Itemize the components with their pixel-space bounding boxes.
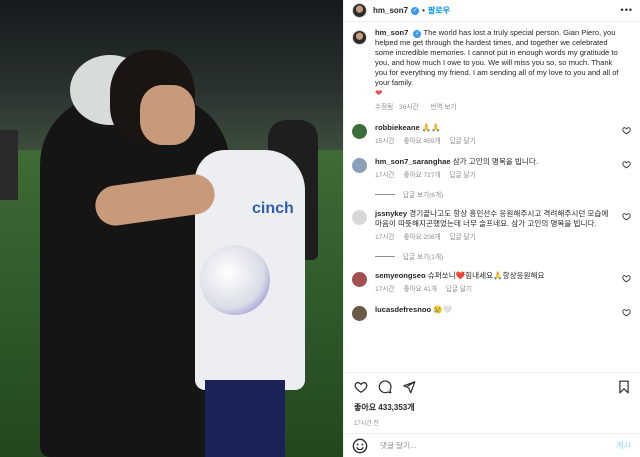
comment-body: hm_son7_saranghae 삼가 고인의 명복을 빕니다. 17시간 좋아요… [375, 157, 615, 181]
comment-heart-icon[interactable] [622, 160, 631, 169]
comment-avatar[interactable] [352, 210, 367, 225]
reply-button[interactable]: 답글 달기 [450, 138, 476, 145]
comment-username[interactable]: robbiekeane [375, 123, 420, 132]
comment-heart-icon[interactable] [622, 126, 631, 135]
action-bar [344, 372, 640, 400]
view-replies-label[interactable]: 답글 보기(6개) [403, 189, 443, 199]
reply-button[interactable]: 답글 달기 [450, 172, 476, 179]
view-replies-button[interactable]: 답글 보기(1개) [375, 251, 633, 261]
view-replies-button[interactable]: 답글 보기(6개) [375, 189, 633, 199]
follow-button[interactable]: 팔로우 [428, 5, 450, 16]
bookmark-icon[interactable] [617, 380, 631, 394]
comment-avatar[interactable] [352, 306, 367, 321]
comment-text: 😢🤍 [433, 305, 453, 314]
comment-username[interactable]: jssnykey [375, 209, 407, 218]
separator-dot: • [422, 6, 425, 15]
comment-body: jssnykey 경기끝나고도 항상 흥민선수 응원해주시고 격려해주시던 모습… [375, 209, 615, 243]
football [200, 245, 270, 315]
comment-text: 삼가 고인의 명복을 빕니다. [452, 157, 538, 166]
red-heart-icon: ❤ [375, 88, 383, 98]
instagram-post-view: cinch hm_son7 ✓ • 팔로우 ••• hm_son7 ✓ The … [0, 0, 640, 457]
player-shorts [205, 380, 285, 457]
post-timestamp: 17시간 전 [354, 421, 379, 427]
comment-item: hm_son7_saranghae 삼가 고인의 명복을 빕니다. 17시간 좋아요… [352, 157, 633, 181]
comment-meta: 15시간 좋아요 459개 답글 달기 [375, 137, 615, 147]
comment-body: lucasdefresnoo 😢🤍 [375, 305, 615, 329]
comment-item: jssnykey 경기끝나고도 항상 흥민선수 응원해주시고 격려해주시던 모습… [352, 209, 633, 243]
comments-feed[interactable]: hm_son7 ✓ The world has lost a truly spe… [344, 28, 640, 368]
caption-text: The world has lost a truly special perso… [375, 28, 619, 87]
post-photo[interactable]: cinch [0, 0, 343, 457]
comment-item: lucasdefresnoo 😢🤍 [352, 305, 633, 329]
comment-time: 17시간 [375, 172, 395, 179]
comment-time: 15시간 [375, 138, 395, 145]
heart-outline-icon[interactable] [354, 380, 368, 394]
caption-avatar[interactable] [352, 30, 367, 45]
caption-meta: 수정됨 · 36시간 번역 보기 [375, 103, 625, 113]
shirt-sponsor: cinch [252, 200, 294, 217]
reply-button[interactable]: 답글 달기 [446, 286, 472, 293]
comment-text: 🙏🙏 [421, 123, 441, 132]
header-username[interactable]: hm_son7 [373, 6, 408, 15]
reply-button[interactable]: 답글 달기 [450, 234, 476, 241]
verified-badge-icon: ✓ [411, 6, 420, 15]
comment-username[interactable]: semyeongseo [375, 271, 426, 280]
post-comment-button[interactable]: 게시 [616, 440, 631, 451]
comment-time: 17시간 [375, 234, 395, 241]
comment-text: 경기끝나고도 항상 흥민선수 응원해주시고 격려해주시던 모습에 마음이 따뜻해… [375, 209, 609, 228]
background-person [0, 130, 18, 200]
comment-item: robbiekeane 🙏🙏 15시간 좋아요 459개 답글 달기 [352, 123, 633, 147]
comment-time: 17시간 [375, 286, 395, 293]
comment-like-count[interactable]: 좋아요 459개 [403, 138, 440, 145]
add-comment-bar: 댓글 달기... 게시 [344, 433, 640, 457]
comment-meta: 17시간 좋아요 41개 답글 달기 [375, 285, 615, 295]
comment-like-count[interactable]: 좋아요 727개 [403, 172, 440, 179]
comment-body: robbiekeane 🙏🙏 15시간 좋아요 459개 답글 달기 [375, 123, 615, 147]
comment-like-count[interactable]: 좋아요 41개 [403, 286, 436, 293]
player-face [140, 85, 195, 145]
view-replies-label[interactable]: 답글 보기(1개) [403, 251, 443, 261]
comment-username[interactable]: lucasdefresnoo [375, 305, 431, 314]
comment-avatar[interactable] [352, 158, 367, 173]
comment-username[interactable]: hm_son7_saranghae [375, 157, 451, 166]
comment-meta: 17시간 좋아요 208개 답글 달기 [375, 233, 615, 243]
comment-icon[interactable] [378, 380, 392, 394]
comment-heart-icon[interactable] [622, 274, 631, 283]
comment-heart-icon[interactable] [622, 212, 631, 221]
comment-item: semyeongseo 슈퍼쏘니❤️힘내세요🙏항상응원해요 17시간 좋아요 41개… [352, 271, 633, 295]
comment-meta: 17시간 좋아요 727개 답글 달기 [375, 171, 615, 181]
comment-input[interactable]: 댓글 달기... [380, 440, 616, 451]
avatar[interactable] [352, 3, 367, 18]
translate-link[interactable]: 번역 보기 [430, 104, 456, 111]
post-header: hm_son7 ✓ • 팔로우 ••• [344, 0, 640, 22]
comment-meta [375, 319, 615, 329]
comment-heart-icon[interactable] [622, 308, 631, 317]
send-icon[interactable] [402, 380, 416, 394]
comment-text: 슈퍼쏘니❤️힘내세요🙏항상응원해요 [427, 271, 545, 280]
caption-edited-time: 수정됨 · 36시간 [375, 104, 419, 111]
comment-body: semyeongseo 슈퍼쏘니❤️힘내세요🙏항상응원해요 17시간 좋아요 41개… [375, 271, 615, 295]
emoji-icon[interactable] [352, 438, 368, 454]
caption: hm_son7 ✓ The world has lost a truly spe… [352, 28, 633, 113]
comment-avatar[interactable] [352, 124, 367, 139]
replies-divider [375, 193, 395, 195]
caption-body: hm_son7 ✓ The world has lost a truly spe… [375, 28, 625, 113]
comment-like-count[interactable]: 좋아요 208개 [403, 234, 440, 241]
caption-username[interactable]: hm_son7 [375, 28, 408, 37]
comment-list: robbiekeane 🙏🙏 15시간 좋아요 459개 답글 달기 hm_son7_s… [352, 123, 633, 329]
more-options-icon[interactable]: ••• [621, 5, 633, 15]
comment-avatar[interactable] [352, 272, 367, 287]
post-sidebar: hm_son7 ✓ • 팔로우 ••• hm_son7 ✓ The world … [343, 0, 640, 457]
verified-badge-icon: ✓ [413, 30, 422, 38]
replies-divider [375, 255, 395, 257]
like-count[interactable]: 좋아요 433,353개 [354, 402, 415, 413]
